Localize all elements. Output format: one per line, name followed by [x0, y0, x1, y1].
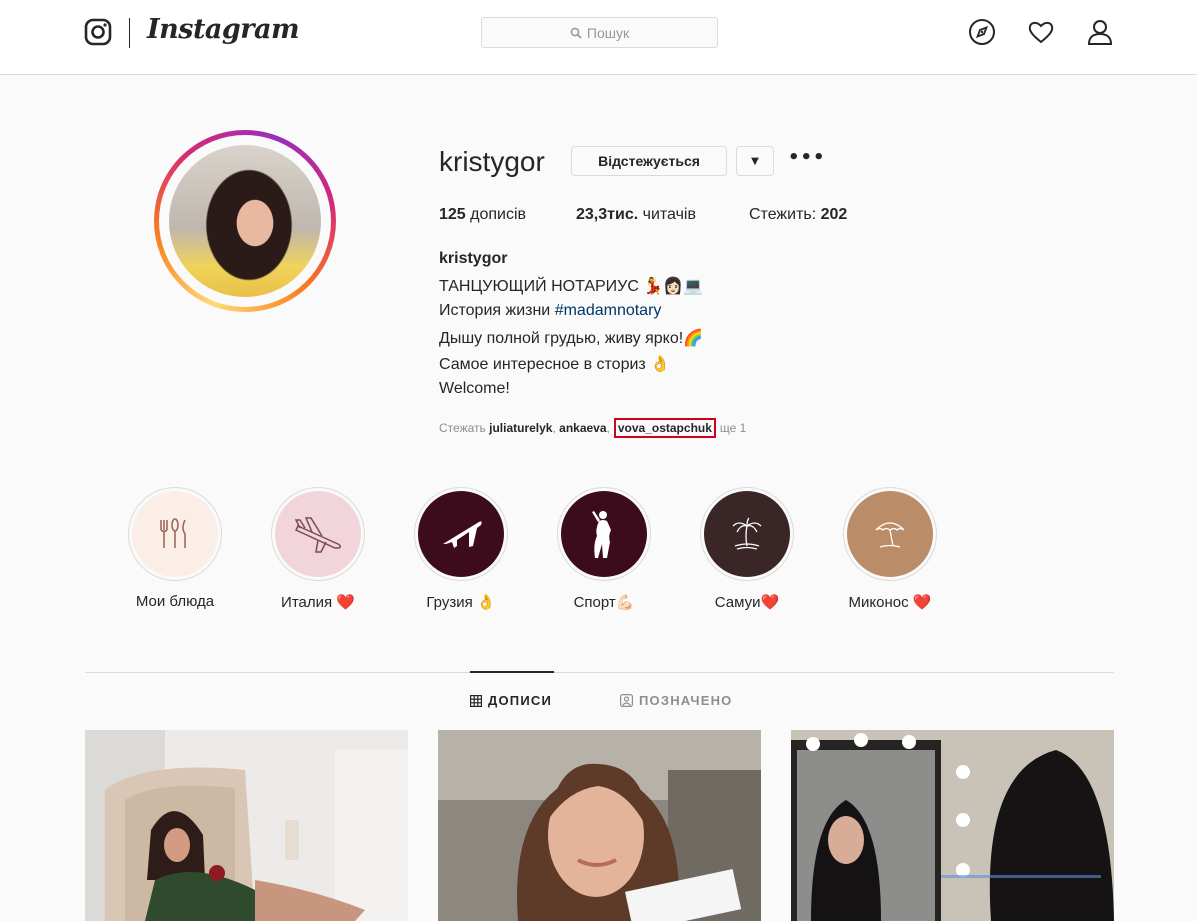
bio-full-name: kristygor: [439, 250, 508, 267]
palm-tree-icon: [732, 517, 762, 550]
highlight-ring: [843, 487, 937, 581]
explore-compass-icon[interactable]: [968, 18, 996, 46]
tabs-divider: [85, 672, 1114, 673]
highlight-cover: [704, 491, 790, 577]
post-photo-1: [85, 730, 408, 921]
profile-person-icon[interactable]: [1086, 18, 1114, 46]
following-count: 202: [820, 206, 848, 223]
story-highlight-3[interactable]: Грузия 👌: [414, 487, 508, 611]
following-label: Стежить:: [749, 206, 817, 223]
bio-line-5: Welcome!: [439, 380, 510, 397]
bio-hashtag-link[interactable]: #madamnotary: [555, 302, 662, 319]
beach-umbrella-icon: [875, 522, 905, 548]
story-highlight-2[interactable]: Италия ❤️: [271, 487, 365, 611]
followed-by-user-3-highlighted[interactable]: vova_ostapchuk: [613, 418, 716, 438]
woman-silhouette-icon: [592, 511, 611, 558]
highlight-ring: [128, 487, 222, 581]
highlight-label: Италия ❤️: [281, 594, 355, 611]
highlight-label: Спорт💪🏻: [573, 594, 635, 611]
story-highlight-4[interactable]: Спорт💪🏻: [557, 487, 651, 611]
highlight-ring: [271, 487, 365, 581]
instagram-wordmark[interactable]: Instagram: [147, 14, 300, 45]
instagram-glyph-icon[interactable]: [84, 18, 112, 46]
bio-line-3: Дышу полной грудью, живу ярко!🌈: [439, 330, 704, 347]
tab-tagged[interactable]: ПОЗНАЧЕНО: [620, 693, 733, 708]
highlight-cover: [132, 491, 218, 577]
suggested-accounts-dropdown-button[interactable]: ▼: [736, 146, 774, 176]
followers-count: 23,3тис.: [576, 206, 639, 223]
followers-count-stat[interactable]: 23,3тис. читачів: [576, 206, 696, 224]
highlight-cover: [847, 491, 933, 577]
top-navigation-bar: Instagram Пошук: [0, 0, 1197, 75]
story-highlight-6[interactable]: Миконос ❤️: [843, 487, 937, 611]
story-highlight-5[interactable]: Самуи❤️: [700, 487, 794, 611]
search-input[interactable]: Пошук: [481, 17, 718, 48]
bio-line-2-text: История жизни: [439, 302, 555, 319]
post-thumbnail-1[interactable]: [85, 730, 408, 921]
followed-by-line[interactable]: Стежать juliaturelyk, ankaeva, vova_osta…: [439, 418, 746, 438]
search-placeholder: Пошук: [586, 24, 630, 41]
posts-label: дописів: [470, 206, 527, 223]
highlight-ring: [557, 487, 651, 581]
post-thumbnail-2[interactable]: [438, 730, 761, 921]
bio-line-2: История жизни #madamnotary: [439, 302, 661, 320]
highlight-ring: [700, 487, 794, 581]
post-photo-3: [791, 730, 1114, 921]
logo-divider: [129, 18, 130, 48]
tagged-icon: [620, 694, 633, 707]
posts-count-stat: 125 дописів: [439, 206, 526, 224]
highlight-cover: [275, 491, 361, 577]
more-options-button[interactable]: •••: [788, 149, 825, 170]
highlight-label: Самуи❤️: [714, 594, 780, 611]
highlight-ring: [414, 487, 508, 581]
highlight-label: Грузия 👌: [426, 594, 496, 611]
active-tab-indicator: [470, 671, 554, 673]
avatar[interactable]: [169, 145, 321, 297]
bio-line-1: ТАНЦУЮЩИЙ НОТАРИУС 💃👩🏻💻: [439, 278, 704, 295]
highlight-label: Миконос ❤️: [848, 594, 932, 611]
followed-by-more[interactable]: ще 1: [720, 421, 746, 435]
followed-by-user-1[interactable]: juliaturelyk: [489, 421, 552, 435]
highlight-cover: [418, 491, 504, 577]
airplane-outline-icon: [294, 517, 342, 553]
bio-line-4: Самое интересное в сториз 👌: [439, 356, 671, 373]
search-icon: [570, 27, 582, 39]
profile-avatar-story-ring[interactable]: [154, 130, 336, 312]
posts-count: 125: [439, 206, 466, 223]
followed-by-prefix: Стежать: [439, 421, 486, 435]
tab-posts-label: ДОПИСИ: [488, 693, 552, 708]
following-button[interactable]: Відстежується: [571, 146, 727, 176]
profile-username: kristygor: [439, 146, 545, 177]
highlight-label: Мои блюда: [135, 593, 215, 610]
cutlery-icon: [160, 518, 186, 548]
post-photo-2: [438, 730, 761, 921]
activity-heart-icon[interactable]: [1027, 18, 1055, 46]
tab-tagged-label: ПОЗНАЧЕНО: [639, 693, 733, 708]
followers-label: читачів: [642, 206, 696, 223]
post-thumbnail-3[interactable]: [791, 730, 1114, 921]
tab-posts[interactable]: ДОПИСИ: [470, 693, 552, 708]
highlight-cover: [561, 491, 647, 577]
followed-by-user-2[interactable]: ankaeva: [559, 421, 606, 435]
airplane-icon: [443, 521, 482, 548]
grid-icon: [470, 694, 482, 707]
story-highlight-1[interactable]: Мои блюда: [128, 487, 222, 610]
following-count-stat[interactable]: Стежить: 202: [749, 206, 847, 224]
